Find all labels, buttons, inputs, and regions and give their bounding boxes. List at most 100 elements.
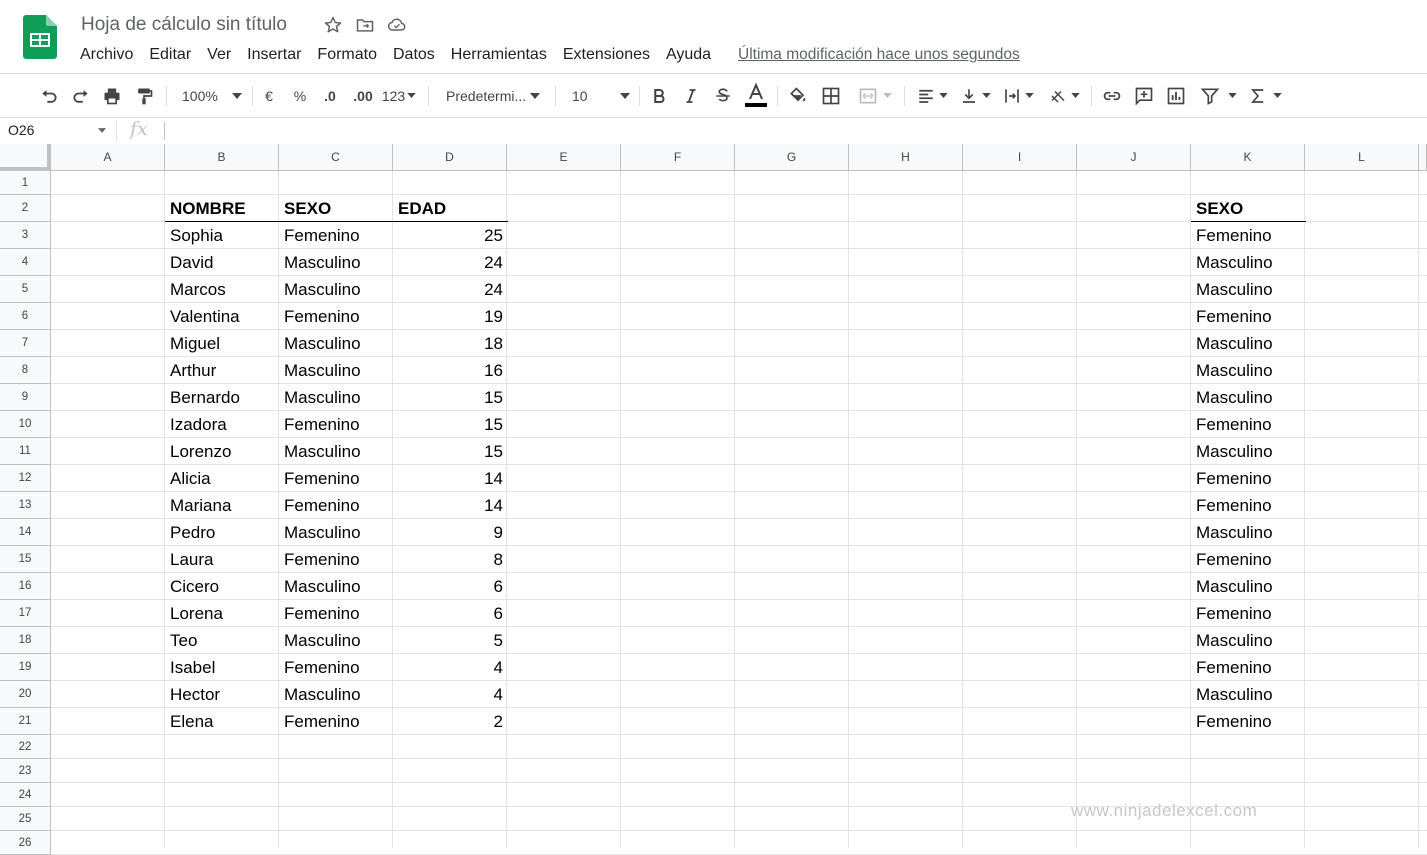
side-sex-cell[interactable]: Femenino (1196, 492, 1272, 519)
name-cell[interactable]: David (170, 249, 213, 276)
text-rotation-icon[interactable] (1043, 74, 1085, 117)
text-color-icon[interactable] (742, 74, 770, 117)
age-cell[interactable]: 18 (393, 330, 503, 357)
font-size-select[interactable]: 10 (562, 74, 634, 117)
row-header[interactable]: 5 (0, 276, 51, 303)
insert-comment-icon[interactable] (1131, 74, 1157, 117)
increase-decimal-button[interactable]: .00 (350, 74, 376, 117)
age-cell[interactable]: 4 (393, 654, 503, 681)
side-sex-cell[interactable]: Femenino (1196, 465, 1272, 492)
name-cell[interactable]: Hector (170, 681, 220, 708)
row-header[interactable]: 24 (0, 783, 51, 807)
age-cell[interactable]: 9 (393, 519, 503, 546)
side-sex-cell[interactable]: Femenino (1196, 654, 1272, 681)
column-header[interactable]: F (621, 144, 735, 171)
name-cell[interactable]: Isabel (170, 654, 215, 681)
chevron-down-icon[interactable] (98, 128, 106, 133)
age-cell[interactable]: 19 (393, 303, 503, 330)
menu-herramientas[interactable]: Herramientas (443, 45, 555, 65)
side-sex-cell[interactable]: Masculino (1196, 249, 1273, 276)
column-header[interactable]: J (1077, 144, 1191, 171)
row-header[interactable]: 9 (0, 384, 51, 411)
table-header-cell[interactable]: NOMBRE (170, 195, 246, 222)
row-header[interactable]: 10 (0, 411, 51, 438)
column-header[interactable]: C (279, 144, 393, 171)
font-select[interactable]: Predetermi... (438, 74, 548, 117)
row-header[interactable]: 14 (0, 519, 51, 546)
name-cell[interactable]: Pedro (170, 519, 215, 546)
age-cell[interactable]: 24 (393, 276, 503, 303)
name-cell[interactable]: Valentina (170, 303, 240, 330)
sex-cell[interactable]: Masculino (284, 249, 361, 276)
select-all-corner[interactable] (0, 144, 51, 171)
sex-cell[interactable]: Femenino (284, 492, 360, 519)
sex-cell[interactable]: Masculino (284, 384, 361, 411)
row-header[interactable]: 12 (0, 465, 51, 492)
last-edit-link[interactable]: Última modificación hace unos segundos (738, 46, 1020, 64)
menu-ayuda[interactable]: Ayuda (658, 45, 719, 65)
side-sex-cell[interactable]: Masculino (1196, 681, 1273, 708)
name-cell[interactable]: Laura (170, 546, 213, 573)
column-header[interactable]: I (963, 144, 1077, 171)
column-header[interactable]: B (165, 144, 279, 171)
horizontal-align-icon[interactable] (912, 74, 952, 117)
sex-cell[interactable]: Femenino (284, 708, 360, 735)
column-header[interactable]: D (393, 144, 507, 171)
row-header[interactable]: 17 (0, 600, 51, 627)
print-icon[interactable] (99, 74, 125, 117)
sex-cell[interactable]: Masculino (284, 681, 361, 708)
percent-format-button[interactable]: % (289, 74, 311, 117)
name-cell[interactable]: Izadora (170, 411, 227, 438)
vertical-align-icon[interactable] (955, 74, 995, 117)
table-header-cell[interactable]: EDAD (398, 195, 446, 222)
column-header[interactable]: L (1305, 144, 1419, 171)
menu-datos[interactable]: Datos (385, 45, 443, 65)
sex-cell[interactable]: Femenino (284, 465, 360, 492)
menu-formato[interactable]: Formato (309, 45, 385, 65)
row-header[interactable]: 16 (0, 573, 51, 600)
row-header[interactable]: 11 (0, 438, 51, 465)
sex-cell[interactable]: Femenino (284, 411, 360, 438)
column-header[interactable]: K (1191, 144, 1305, 171)
name-cell[interactable]: Marcos (170, 276, 226, 303)
row-header[interactable]: 4 (0, 249, 51, 276)
more-formats-button[interactable]: 123 (381, 74, 417, 117)
menu-extensiones[interactable]: Extensiones (555, 45, 658, 65)
sex-cell[interactable]: Masculino (284, 357, 361, 384)
side-sex-cell[interactable]: Masculino (1196, 384, 1273, 411)
italic-icon[interactable] (678, 74, 704, 117)
insert-chart-icon[interactable] (1163, 74, 1189, 117)
row-header[interactable]: 3 (0, 222, 51, 249)
row-header[interactable]: 19 (0, 654, 51, 681)
name-cell[interactable]: Elena (170, 708, 213, 735)
text-wrapping-icon[interactable] (998, 74, 1038, 117)
side-sex-cell[interactable]: Masculino (1196, 627, 1273, 654)
menu-editar[interactable]: Editar (141, 45, 199, 65)
strikethrough-icon[interactable] (710, 74, 736, 117)
age-cell[interactable]: 15 (393, 411, 503, 438)
cloud-saved-icon[interactable] (386, 14, 408, 36)
currency-format-button[interactable]: € (258, 74, 280, 117)
age-cell[interactable]: 15 (393, 438, 503, 465)
age-cell[interactable]: 5 (393, 627, 503, 654)
column-header[interactable]: A (51, 144, 165, 171)
row-header[interactable]: 13 (0, 492, 51, 519)
age-cell[interactable]: 6 (393, 600, 503, 627)
sex-cell[interactable]: Femenino (284, 222, 360, 249)
sex-cell[interactable]: Masculino (284, 276, 361, 303)
name-cell[interactable]: Arthur (170, 357, 216, 384)
row-header[interactable]: 21 (0, 708, 51, 735)
move-folder-icon[interactable] (354, 14, 376, 36)
age-cell[interactable]: 16 (393, 357, 503, 384)
menu-ver[interactable]: Ver (199, 45, 239, 65)
sex-cell[interactable]: Masculino (284, 573, 361, 600)
side-table-header-cell[interactable]: SEXO (1196, 195, 1243, 222)
decrease-decimal-button[interactable]: .0 (318, 74, 342, 117)
row-header[interactable]: 7 (0, 330, 51, 357)
sex-cell[interactable]: Masculino (284, 519, 361, 546)
sex-cell[interactable]: Femenino (284, 546, 360, 573)
name-box[interactable]: O26 (8, 122, 34, 138)
borders-icon[interactable] (818, 74, 844, 117)
name-cell[interactable]: Sophia (170, 222, 223, 249)
column-header[interactable]: H (849, 144, 963, 171)
